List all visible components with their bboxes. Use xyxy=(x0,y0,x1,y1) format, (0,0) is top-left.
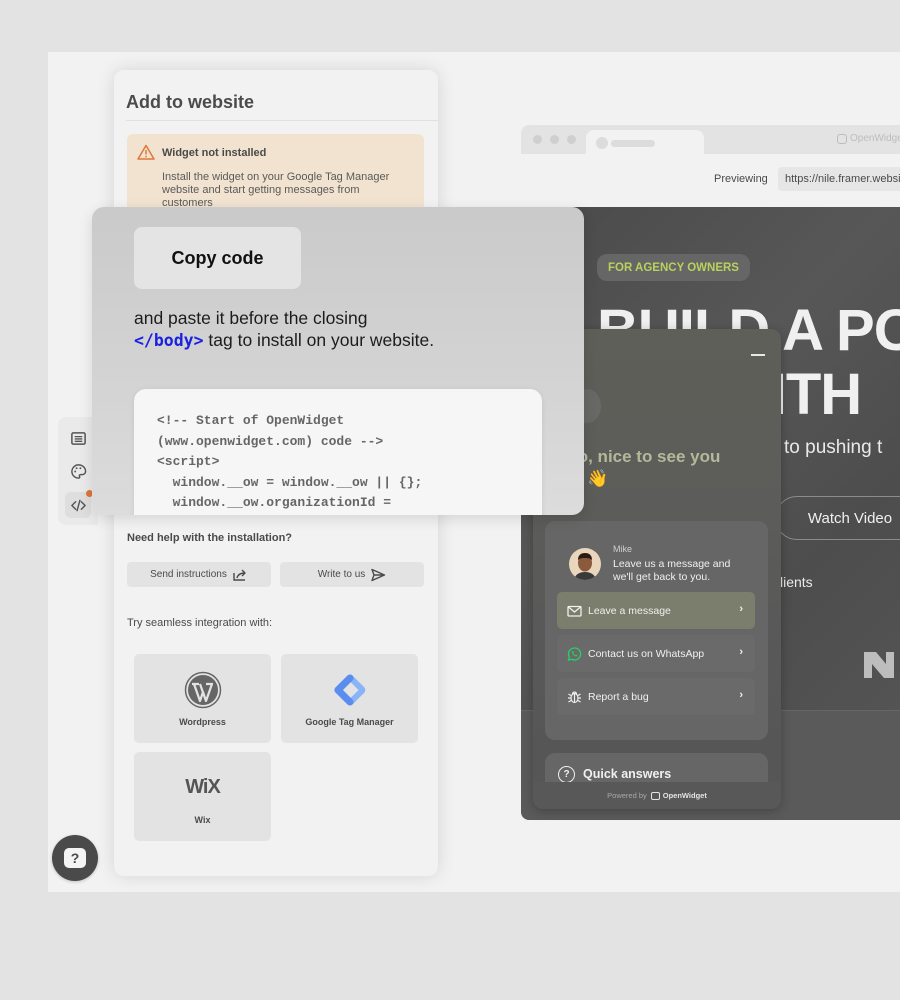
rail-item-appearance[interactable] xyxy=(65,458,91,484)
question-icon: ? xyxy=(64,848,86,868)
copy-code-overlay: Copy code and paste it before the closin… xyxy=(92,207,584,515)
alert-text: Install the widget on your Google Tag Ma… xyxy=(162,171,390,209)
openwidget-logo-icon xyxy=(837,133,847,144)
rail-item-content[interactable] xyxy=(65,425,91,451)
send-instructions-label: Send instructions xyxy=(150,569,227,580)
clients-text: lients xyxy=(780,574,813,590)
whatsapp-icon xyxy=(567,646,582,661)
agent-message: Leave us a message and we'll get back to… xyxy=(613,558,731,583)
openwidget-brand: OpenWidget xyxy=(837,133,900,144)
window-dot xyxy=(567,135,576,144)
chevron-right-icon: › xyxy=(739,689,743,701)
bug-icon xyxy=(568,690,581,703)
panel-title: Add to website xyxy=(126,92,255,112)
minimize-icon[interactable] xyxy=(751,354,765,356)
previewing-label: Previewing xyxy=(714,173,768,185)
question-circle-icon: ? xyxy=(558,766,575,783)
chevron-right-icon: › xyxy=(739,603,743,615)
copy-code-button[interactable]: Copy code xyxy=(134,227,301,289)
palette-icon xyxy=(70,463,86,479)
help-title: Need help with the installation? xyxy=(127,532,293,544)
contact-card: Mike Leave us a message and we'll get ba… xyxy=(545,521,768,740)
agency-tag: FOR AGENCY OWNERS xyxy=(597,254,750,281)
agent-avatar xyxy=(569,548,601,580)
code-line: (www.openwidget.com) code --> xyxy=(157,433,384,449)
mail-icon xyxy=(567,605,582,617)
rail-item-code[interactable] xyxy=(65,490,93,518)
integration-wix[interactable]: WiX Wix xyxy=(134,752,271,841)
google-tag-manager-logo-icon xyxy=(331,671,369,709)
integration-wordpress[interactable]: Wordpress xyxy=(134,654,271,743)
write-to-us-button[interactable]: Write to us xyxy=(280,562,424,587)
agent-name: Mike xyxy=(613,544,633,554)
paste-instructions: and paste it before the closing </body> … xyxy=(134,308,435,350)
share-icon xyxy=(233,569,246,581)
preview-url-field[interactable]: https://nile.framer.website/ xyxy=(778,167,900,191)
whatsapp-option[interactable]: Contact us on WhatsApp › xyxy=(557,635,755,672)
write-to-us-label: Write to us xyxy=(317,569,366,580)
wordpress-logo-icon xyxy=(184,671,222,709)
integration-label: Wix xyxy=(194,814,211,825)
chat-greeting: lo, nice to see you e 👋 xyxy=(573,447,721,488)
browser-tabbar: OpenWidget xyxy=(521,125,900,154)
integrations-title: Try seamless integration with: xyxy=(127,617,273,629)
tab-favicon xyxy=(596,137,608,149)
code-line: window.__ow = window.__ow || {}; xyxy=(157,474,423,490)
openwidget-logo-icon xyxy=(650,791,660,800)
window-dot xyxy=(533,135,542,144)
integration-label: Wordpress xyxy=(179,716,226,727)
watch-video-button[interactable]: Watch Video xyxy=(775,496,900,540)
body-tag: </body> xyxy=(134,331,204,350)
send-icon xyxy=(371,568,386,581)
tab-title-placeholder xyxy=(611,140,655,147)
integration-label: Google Tag Manager xyxy=(305,716,394,727)
code-line: <!-- Start of OpenWidget xyxy=(157,413,345,428)
code-line: window.__ow.organizationId = xyxy=(157,495,392,510)
leave-message-option[interactable]: Leave a message › xyxy=(557,592,755,629)
hero-subtitle: to pushing t xyxy=(784,437,883,458)
code-snippet[interactable]: <!-- Start of OpenWidget (www.openwidget… xyxy=(134,389,542,515)
code-icon xyxy=(70,499,86,511)
client-logo-icon xyxy=(864,652,894,678)
openwidget-brand-link[interactable]: OpenWidget xyxy=(650,791,707,800)
window-dot xyxy=(550,135,559,144)
quick-answers-title: Quick answers xyxy=(583,767,672,781)
powered-by-footer: Powered by OpenWidget xyxy=(533,782,781,809)
wix-logo-icon: WiX xyxy=(185,776,221,798)
code-line: <script> xyxy=(157,454,220,469)
content-list-icon xyxy=(70,431,86,445)
help-button[interactable]: ? xyxy=(52,835,98,881)
report-bug-option[interactable]: Report a bug › xyxy=(557,678,755,715)
integration-google-tag-manager[interactable]: Google Tag Manager xyxy=(281,654,418,743)
divider xyxy=(126,120,438,121)
chevron-right-icon: › xyxy=(739,646,743,658)
browser-tab xyxy=(586,130,704,154)
alert-title: Widget not installed xyxy=(162,147,267,159)
send-instructions-button[interactable]: Send instructions xyxy=(127,562,271,587)
warning-triangle-icon xyxy=(137,144,155,160)
